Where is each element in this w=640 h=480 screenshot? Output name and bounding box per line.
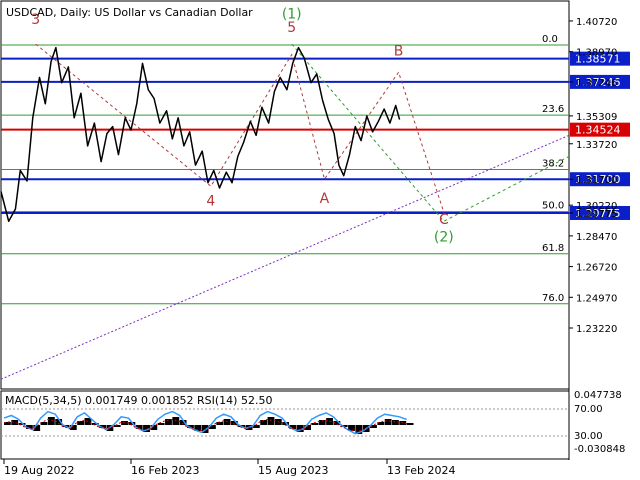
x-tick-label: 19 Aug 2022 bbox=[4, 464, 74, 477]
fib-label: 23.6 bbox=[542, 104, 564, 115]
indicator-title: MACD(5,34,5) 0.001749 0.001852 RSI(14) 5… bbox=[5, 394, 272, 407]
wave-label: 4 bbox=[206, 194, 215, 210]
macd-histogram-bar bbox=[311, 423, 319, 425]
y-tick-label: 1.26720 bbox=[576, 263, 617, 274]
macd-histogram-bar bbox=[11, 420, 19, 425]
macd-histogram-bar bbox=[113, 425, 121, 427]
fib-label: 38.2 bbox=[542, 159, 564, 170]
fib-label: 76.0 bbox=[542, 293, 564, 304]
x-tick-label: 15 Aug 2023 bbox=[258, 464, 328, 477]
x-tick-label: 13 Feb 2024 bbox=[387, 464, 455, 477]
y-tick-label: 1.24970 bbox=[576, 293, 617, 304]
indicator-tick-label: 30.00 bbox=[574, 431, 603, 442]
y-tick-label: 1.23220 bbox=[576, 324, 617, 335]
indicator-tick-label: 0.047738 bbox=[574, 390, 622, 401]
macd-histogram-bar bbox=[47, 417, 55, 425]
x-axis-ticks: 19 Aug 2022 16 Feb 2023 15 Aug 2023 13 Feb … bbox=[3, 459, 455, 477]
macd-histogram-bar bbox=[172, 417, 180, 425]
y-tick-label: 1.28470 bbox=[576, 232, 617, 243]
y-tick-label: 1.31700 bbox=[576, 175, 617, 186]
fib-label: 50.0 bbox=[542, 201, 564, 212]
indicator-tick-label: -0.030848 bbox=[574, 444, 625, 455]
level-price-label: 1.34524 bbox=[575, 124, 621, 137]
macd-histogram-bar bbox=[223, 419, 231, 425]
wave-label: A bbox=[320, 191, 330, 207]
indicator-tick-label: 70.00 bbox=[574, 404, 603, 415]
macd-histogram-bar bbox=[77, 421, 85, 425]
fib-label: 61.8 bbox=[542, 243, 564, 254]
fib-label: 0.0 bbox=[542, 34, 558, 45]
y-tick-label: 1.40720 bbox=[576, 17, 617, 28]
y-tick-label: 1.38970 bbox=[576, 48, 617, 59]
wave-label: 5 bbox=[287, 20, 296, 36]
macd-histogram-bar bbox=[384, 419, 392, 425]
wave-label: B bbox=[394, 44, 404, 60]
macd-histogram-bar bbox=[157, 423, 165, 425]
macd-histogram-bar bbox=[267, 417, 275, 425]
y-tick-label: 1.35309 bbox=[576, 112, 617, 123]
macd-histogram-bar bbox=[216, 422, 224, 425]
wave-label: C bbox=[439, 212, 449, 228]
wave-label: (2) bbox=[434, 229, 454, 245]
x-tick-label: 16 Feb 2023 bbox=[131, 464, 199, 477]
y-tick-label: 1.33720 bbox=[576, 140, 617, 151]
macd-histogram-bar bbox=[406, 423, 414, 425]
usdcad-chart: 0.023.638.250.061.876.0 1.385711.372461.… bbox=[0, 0, 630, 477]
y-tick-label: 1.37246 bbox=[576, 78, 617, 89]
chart-title: USDCAD, Daily: US Dollar vs Canadian Dol… bbox=[6, 6, 253, 19]
y-tick-label: 1.29775 bbox=[576, 209, 617, 220]
